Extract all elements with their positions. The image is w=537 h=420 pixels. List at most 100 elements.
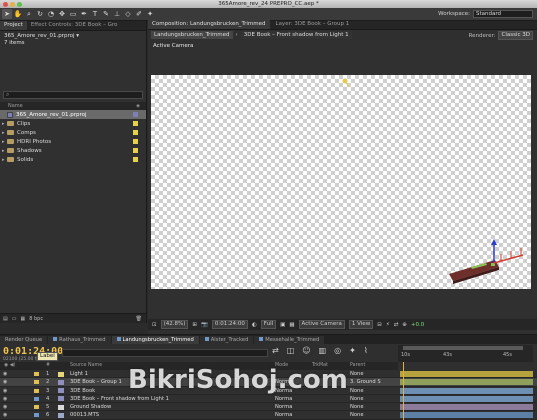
zoom-tool-icon[interactable]: ⌕ [24, 9, 34, 19]
show-channel-icon[interactable]: ◐ [252, 322, 257, 328]
resolution-select[interactable]: Full [260, 320, 277, 329]
roto-brush-icon[interactable]: ✐ [134, 9, 144, 19]
project-item[interactable]: 365_Amore_rev_01.prproj [0, 110, 146, 119]
label-column-icon[interactable]: # [46, 363, 50, 368]
project-item[interactable]: ▸ Solids [0, 155, 146, 164]
parent-select[interactable]: 3. Ground S [350, 379, 381, 385]
layer-duration-bar[interactable] [400, 395, 533, 402]
project-file-name[interactable]: 365_Amore_rev_01.prproj ▾ [4, 33, 142, 40]
layer-duration-bar[interactable] [400, 412, 533, 419]
rotate-tool-icon[interactable]: ↻ [35, 9, 45, 19]
composition-viewer[interactable] [151, 75, 531, 289]
layer-name[interactable]: 3DE Book [70, 388, 95, 394]
draft-3d-icon[interactable]: ◫ [287, 346, 295, 355]
eraser-tool-icon[interactable]: ◇ [123, 9, 133, 19]
clone-stamp-icon[interactable]: ⊥ [112, 9, 122, 19]
layer-row[interactable]: ◉ 5 Ground Shadow Norma None [0, 403, 537, 412]
minimize-window-button[interactable] [10, 1, 15, 7]
project-item[interactable]: ▸ HDRI Photos [0, 137, 146, 146]
parent-select[interactable]: None [350, 412, 364, 418]
pixel-aspect-icon[interactable]: ⊟ [377, 322, 382, 328]
tab-project[interactable]: Project [0, 21, 27, 30]
visibility-eye-icon[interactable]: ◉ [3, 412, 7, 418]
close-window-button[interactable] [3, 1, 8, 7]
always-preview-icon[interactable]: ⊡ [152, 322, 157, 328]
timeline-tab[interactable]: Render Queue [0, 336, 48, 344]
layer-name[interactable]: 3DE Book – Front shadow from Light 1 [70, 396, 169, 402]
arrow-tool-icon[interactable]: ➤ [2, 9, 12, 19]
trash-icon[interactable]: 🗑 [136, 316, 142, 322]
visibility-eye-icon[interactable]: ◉ [3, 379, 7, 385]
label-color-swatch[interactable] [133, 157, 138, 162]
visibility-eye-icon[interactable]: ◉ [3, 388, 7, 394]
blend-mode-select[interactable]: Norma [275, 412, 292, 418]
workspace-select[interactable]: Standard [473, 10, 533, 18]
layer-label-swatch[interactable] [34, 380, 39, 385]
timeline-tab[interactable]: Rathaus_Trimmed [48, 336, 111, 344]
pen-tool-icon[interactable]: ✒ [79, 9, 89, 19]
timeline-link-icon[interactable]: ⇄ [394, 322, 399, 328]
snapshot-icon[interactable]: 📷 [201, 322, 208, 328]
layer-duration-bar[interactable] [400, 404, 533, 411]
timeline-search-input[interactable] [62, 349, 268, 357]
fast-previews-icon[interactable]: ⚡ [386, 322, 390, 328]
breadcrumb-layer[interactable]: 3DE Book – Front shadow from Light 1 [240, 31, 352, 39]
exposure-value[interactable]: +0.0 [411, 322, 424, 328]
layer-label-swatch[interactable] [34, 372, 39, 376]
brush-tool-icon[interactable]: ✎ [101, 9, 111, 19]
tab-composition[interactable]: Composition: Landungsbrucken_Trimmed [148, 20, 270, 29]
blend-mode-select[interactable]: Norma [275, 396, 292, 402]
project-item[interactable]: ▸ Comps [0, 128, 146, 137]
layer-name[interactable]: 3DE Book – Group 1 [70, 379, 122, 385]
visibility-eye-icon[interactable]: ◉ [3, 396, 7, 402]
blend-mode-select[interactable]: Norma [275, 404, 292, 410]
layer-row[interactable]: ◉ 6 00013.MTS Norma None [0, 411, 537, 420]
project-search-input[interactable]: ⌕ [3, 91, 143, 99]
comp-mini-flowchart-icon[interactable]: ⇄ [272, 346, 279, 355]
parent-select[interactable]: None [350, 388, 364, 394]
magnification-select[interactable]: (42.8%) [160, 320, 189, 329]
camera-orbit-icon[interactable]: ◔ [46, 9, 56, 19]
layer-label-swatch[interactable] [34, 396, 39, 401]
parent-select[interactable]: None [350, 404, 364, 410]
tab-layer[interactable]: Layer: 3DE Book – Group 1 [272, 20, 354, 29]
transparency-grid-icon[interactable]: ▦ [289, 322, 294, 328]
puppet-pin-icon[interactable]: ✦ [145, 9, 155, 19]
label-color-swatch[interactable] [133, 139, 138, 144]
project-item[interactable]: ▸ Shadows [0, 146, 146, 155]
new-folder-icon[interactable]: ▭ [12, 316, 17, 322]
brainstorm-icon[interactable]: ✦ [349, 346, 356, 355]
region-of-interest-icon[interactable]: ▣ [280, 322, 285, 328]
rectangle-tool-icon[interactable]: ▭ [68, 9, 78, 19]
layer-duration-bar[interactable] [400, 379, 533, 386]
pan-behind-icon[interactable]: ✥ [57, 9, 67, 19]
frame-blending-icon[interactable]: ▥ [319, 346, 327, 355]
layer-label-swatch[interactable] [34, 413, 39, 418]
work-area-bar[interactable] [403, 346, 523, 350]
layer-label-swatch[interactable] [34, 388, 39, 393]
graph-editor-icon[interactable]: ⌇ [364, 346, 368, 355]
tab-effect-controls[interactable]: Effect Controls: 3DE Book – Gro [27, 21, 122, 30]
layer-name[interactable]: 00013.MTS [70, 412, 99, 418]
project-item[interactable]: ▸ Clips [0, 119, 146, 128]
label-color-swatch[interactable] [133, 130, 138, 135]
shy-layers-icon[interactable]: ☺ [302, 346, 310, 355]
layer-duration-bar[interactable] [400, 371, 533, 377]
label-color-swatch[interactable] [133, 112, 138, 117]
layer-duration-bar[interactable] [400, 387, 533, 394]
visibility-eye-icon[interactable]: ◉ [3, 404, 7, 410]
hand-tool-icon[interactable]: ✋ [13, 9, 23, 19]
label-column-icon[interactable]: ◈ [136, 102, 140, 110]
breadcrumb-comp[interactable]: Landungsbrucken_Trimmed [151, 31, 233, 39]
layer-name[interactable]: Ground Shadow [70, 404, 111, 410]
timeline-tab[interactable]: Landungsbrucken_Trimmed [111, 336, 199, 344]
column-parent[interactable]: Parent [350, 363, 365, 368]
safe-zones-icon[interactable]: ⊞ [192, 322, 197, 328]
visibility-eye-icon[interactable]: ◉ [3, 371, 7, 377]
label-color-swatch[interactable] [133, 148, 138, 153]
time-ruler[interactable]: 10s 43s 45s [398, 345, 533, 362]
new-comp-icon[interactable]: ▦ [20, 316, 25, 322]
view-layout-select[interactable]: 1 View [348, 320, 374, 329]
column-name[interactable]: Name [8, 103, 23, 109]
camera-view-select[interactable]: Active Camera [298, 320, 345, 329]
